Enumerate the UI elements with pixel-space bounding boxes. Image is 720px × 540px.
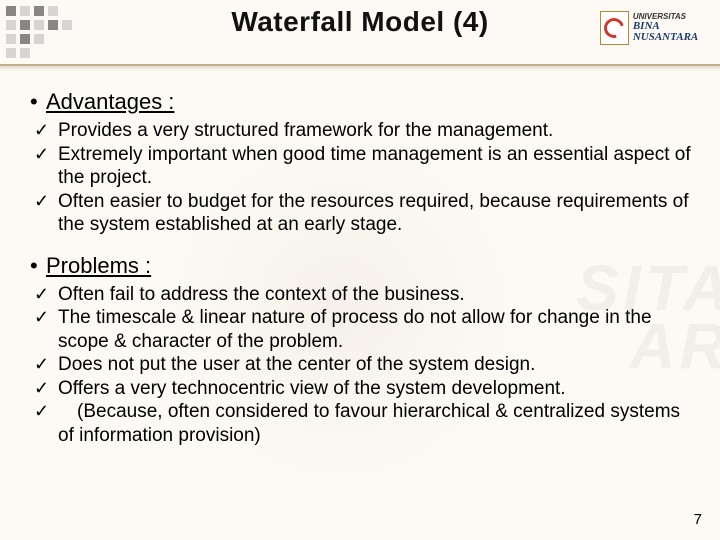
slide-header: Waterfall Model (4) UNIVERSITAS BINA NUS… [0, 0, 720, 62]
problems-heading-label: Problems : [46, 253, 151, 278]
list-item: Extremely important when good time manag… [58, 143, 698, 190]
advantages-heading-label: Advantages : [46, 89, 174, 114]
logo-org-name: BINA NUSANTARA [633, 21, 712, 43]
list-item: Offers a very technocentric view of the … [58, 377, 698, 401]
problems-list: Often fail to address the context of the… [30, 283, 698, 448]
logo-text: UNIVERSITAS BINA NUSANTARA [633, 13, 712, 43]
org-logo: UNIVERSITAS BINA NUSANTARA [600, 8, 712, 48]
problems-heading: •Problems : [30, 253, 698, 279]
list-item: Often fail to address the context of the… [58, 283, 698, 307]
list-item: Often easier to budget for the resources… [58, 190, 698, 237]
corner-decor [0, 2, 140, 72]
list-item: Provides a very structured framework for… [58, 119, 698, 143]
list-item: (Because, often considered to favour hie… [58, 400, 698, 447]
advantages-heading: •Advantages : [30, 89, 698, 115]
logo-c-icon [601, 14, 628, 41]
page-number: 7 [694, 511, 702, 528]
logo-badge [600, 11, 629, 45]
advantages-list: Provides a very structured framework for… [30, 119, 698, 237]
list-item: The timescale & linear nature of process… [58, 306, 698, 353]
list-item: Does not put the user at the center of t… [58, 353, 698, 377]
slide-content: •Advantages : Provides a very structured… [0, 71, 720, 448]
